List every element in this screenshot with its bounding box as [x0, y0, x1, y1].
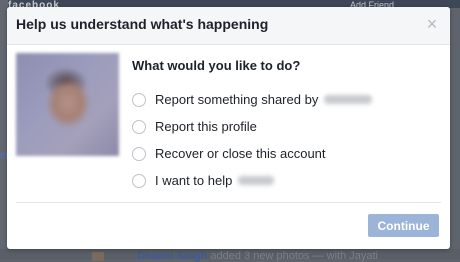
option-recover-or-close-account[interactable]: Recover or close this account — [132, 140, 372, 167]
continue-button[interactable]: Continue — [368, 214, 439, 237]
dialog-title: Help us understand what's happening — [16, 16, 269, 32]
background-post-header: Dhaeni Singh added 3 new photos — with J… — [92, 250, 378, 262]
option-label: I want to help — [155, 173, 233, 188]
redacted-name — [238, 176, 275, 185]
option-report-something-shared[interactable]: Report something shared by — [132, 86, 373, 113]
radio-button[interactable] — [132, 119, 146, 134]
option-label: Report this profile — [155, 119, 257, 134]
radio-button[interactable] — [132, 92, 146, 107]
option-label: Recover or close this account — [155, 146, 326, 161]
background-post-action: added 3 new photos — [210, 250, 310, 262]
options-radio-group: Report something shared by Report this p… — [132, 86, 373, 194]
report-dialog: Help us understand what's happening × Wh… — [7, 7, 450, 249]
option-label: Report something shared by — [155, 92, 319, 107]
profile-photo-blurred — [16, 53, 119, 156]
background-post-author: Dhaeni Singh — [137, 250, 208, 262]
radio-button[interactable] — [132, 146, 146, 161]
option-i-want-to-help[interactable]: I want to help — [132, 167, 372, 194]
background-post-suffix: — with Jayati — [312, 250, 378, 262]
radio-button[interactable] — [132, 173, 146, 188]
option-report-this-profile[interactable]: Report this profile — [132, 113, 372, 140]
footer-divider — [16, 202, 441, 203]
background-post-avatar — [92, 251, 104, 261]
dialog-header: Help us understand what's happening × — [7, 7, 450, 45]
redacted-name — [324, 95, 373, 104]
close-icon[interactable]: × — [424, 15, 440, 33]
dialog-question: What would you like to do? — [132, 58, 301, 73]
